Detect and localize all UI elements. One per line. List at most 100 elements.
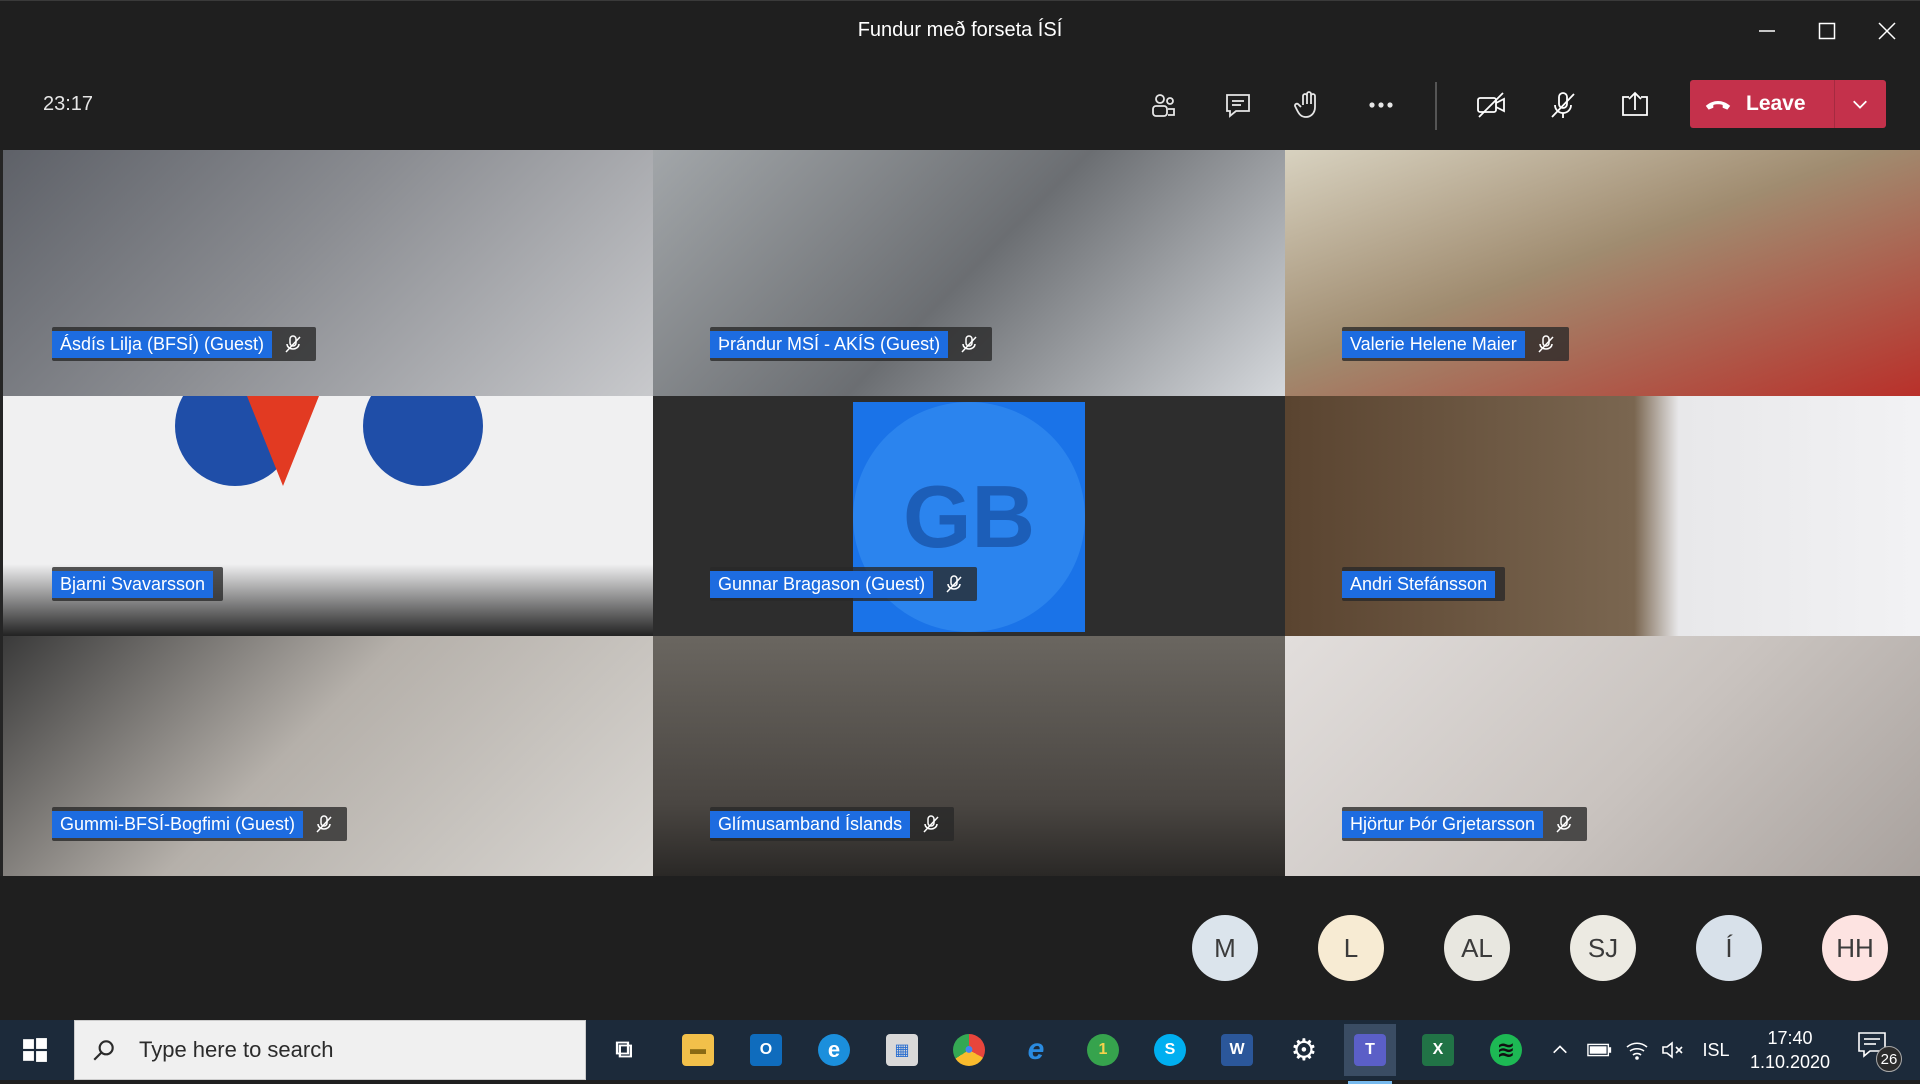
taskbar-spotify[interactable]: ≋ — [1480, 1028, 1532, 1072]
chat-icon — [1226, 94, 1250, 118]
task-view-icon: ⧉ — [615, 1036, 633, 1063]
minimize-icon — [1759, 30, 1775, 32]
skype-icon: S — [1154, 1034, 1186, 1066]
taskbar-skype[interactable]: S — [1144, 1028, 1196, 1072]
roster-avatar[interactable]: L — [1318, 915, 1384, 981]
wifi-icon — [1626, 1042, 1648, 1060]
call-controls-bar: 23:17 Leave — [0, 60, 1920, 150]
tray-overflow-chevron[interactable] — [1545, 1020, 1575, 1080]
video-tile-5[interactable]: GB Gunnar Bragason (Guest) — [653, 396, 1285, 636]
taskbar-clock[interactable]: 17:40 1.10.2020 — [1720, 1026, 1860, 1074]
taskbar-store[interactable]: ▦ — [876, 1028, 928, 1072]
roster-avatar[interactable]: Í — [1696, 915, 1762, 981]
share-button[interactable] — [1607, 80, 1663, 130]
maximize-button[interactable] — [1798, 1, 1856, 61]
video-tile-9[interactable]: Hjörtur Þór Grjetarsson — [1285, 636, 1920, 876]
app-one-icon: 1 — [1087, 1034, 1119, 1066]
edge-icon: e — [818, 1034, 850, 1066]
taskbar-app-one[interactable]: 1 — [1077, 1028, 1129, 1072]
start-button[interactable] — [0, 1020, 70, 1080]
taskbar-teams[interactable]: T — [1344, 1024, 1396, 1084]
chrome-icon: ● — [953, 1034, 985, 1066]
roster-avatar[interactable]: SJ — [1570, 915, 1636, 981]
taskbar-search-box[interactable]: Type here to search — [74, 1020, 586, 1080]
notification-count-badge: 26 — [1876, 1046, 1902, 1072]
participant-name: Gunnar Bragason (Guest) — [710, 570, 934, 598]
close-button[interactable] — [1858, 1, 1916, 61]
camera-toggle-button[interactable] — [1463, 80, 1519, 130]
taskbar-edge[interactable]: e — [808, 1028, 860, 1072]
participant-name: Ásdís Lilja (BFSÍ) (Guest) — [52, 330, 273, 358]
more-options-button[interactable] — [1353, 80, 1409, 130]
video-grid: Ásdís Lilja (BFSÍ) (Guest) Þrándur MSÍ -… — [0, 150, 1920, 876]
video-tile-8[interactable]: Glímusamband Íslands — [653, 636, 1285, 876]
roster-avatar[interactable]: AL — [1444, 915, 1510, 981]
participant-nametag: Ásdís Lilja (BFSÍ) (Guest) — [52, 327, 317, 361]
more-icon — [1369, 102, 1393, 108]
raise-hand-button[interactable] — [1280, 80, 1336, 130]
participant-nametag: Glímusamband Íslands — [710, 807, 955, 841]
taskbar-task-view[interactable]: ⧉ — [598, 1028, 650, 1072]
volume-muted-icon — [1662, 1041, 1683, 1059]
participant-roster: M L AL SJ Í HH — [0, 876, 1920, 1020]
participant-nametag: Valerie Helene Maier — [1342, 327, 1569, 361]
tray-battery[interactable] — [1583, 1020, 1617, 1080]
search-placeholder: Type here to search — [139, 1037, 334, 1062]
taskbar-word[interactable]: W — [1211, 1028, 1263, 1072]
people-icon — [1152, 94, 1175, 117]
taskbar-outlook[interactable]: O — [740, 1028, 792, 1072]
mic-muted-icon — [918, 811, 944, 837]
folder-icon: ▬ — [682, 1034, 714, 1066]
leave-label: Leave — [1746, 92, 1806, 115]
battery-icon — [1587, 1043, 1612, 1057]
taskbar-file-explorer[interactable]: ▬ — [672, 1028, 724, 1072]
hang-up-icon — [1690, 80, 1746, 128]
mic-toggle-button[interactable] — [1535, 80, 1591, 130]
ie-icon: e — [1027, 1033, 1045, 1066]
taskbar-excel[interactable]: X — [1412, 1028, 1464, 1072]
mic-muted-icon — [311, 811, 337, 837]
outlook-icon: O — [750, 1034, 782, 1066]
video-tile-6[interactable]: Andri Stefánsson — [1285, 396, 1920, 636]
notification-center-button[interactable]: 26 — [1856, 1030, 1906, 1072]
video-tile-4[interactable]: Bjarni Svavarsson — [3, 396, 653, 636]
participant-name: Andri Stefánsson — [1342, 570, 1496, 598]
participant-nametag: Hjörtur Þór Grjetarsson — [1342, 807, 1588, 841]
video-tile-2[interactable]: Þrándur MSÍ - AKÍS (Guest) — [653, 150, 1285, 396]
participant-name: Þrándur MSÍ - AKÍS (Guest) — [710, 330, 949, 358]
participant-nametag: Gunnar Bragason (Guest) — [710, 567, 978, 601]
mic-muted-icon — [941, 571, 967, 597]
minimize-button[interactable] — [1738, 1, 1796, 61]
video-tile-7[interactable]: Gummi-BFSÍ-Bogfimi (Guest) — [3, 636, 653, 876]
chevron-up-icon — [1553, 1045, 1567, 1054]
excel-icon: X — [1422, 1034, 1454, 1066]
leave-options-chevron[interactable] — [1835, 80, 1885, 128]
toolbar-separator — [1435, 82, 1437, 130]
video-tile-1[interactable]: Ásdís Lilja (BFSÍ) (Guest) — [3, 150, 653, 396]
taskbar-settings[interactable]: ⚙ — [1278, 1028, 1330, 1072]
chat-button[interactable] — [1210, 80, 1266, 130]
maximize-icon — [1818, 22, 1836, 40]
leave-button[interactable]: Leave — [1690, 80, 1886, 128]
windows-logo-icon — [23, 1038, 47, 1062]
video-tile-3[interactable]: Valerie Helene Maier — [1285, 150, 1920, 396]
teams-icon: T — [1354, 1034, 1386, 1066]
roster-avatar[interactable]: HH — [1822, 915, 1888, 981]
store-icon: ▦ — [886, 1034, 918, 1066]
windows-taskbar: Type here to search ⧉ ▬ O e ▦ ● e 1 S W … — [0, 1020, 1920, 1084]
taskbar-chrome[interactable]: ● — [943, 1028, 995, 1072]
tray-network[interactable] — [1620, 1020, 1654, 1080]
clock-date: 1.10.2020 — [1749, 1052, 1831, 1072]
mic-muted-icon — [280, 331, 306, 357]
share-icon — [1622, 91, 1648, 116]
close-icon — [1878, 22, 1896, 40]
taskbar-internet-explorer[interactable]: e — [1010, 1028, 1062, 1072]
tray-volume[interactable] — [1656, 1020, 1690, 1080]
participants-button[interactable] — [1136, 80, 1192, 130]
window-title: Fundur með forseta ÍSÍ — [857, 19, 1063, 41]
word-icon: W — [1221, 1034, 1253, 1066]
participant-nametag: Bjarni Svavarsson — [52, 567, 224, 601]
participant-name: Valerie Helene Maier — [1342, 330, 1525, 358]
roster-avatar[interactable]: M — [1192, 915, 1258, 981]
mic-off-icon — [1551, 92, 1575, 118]
